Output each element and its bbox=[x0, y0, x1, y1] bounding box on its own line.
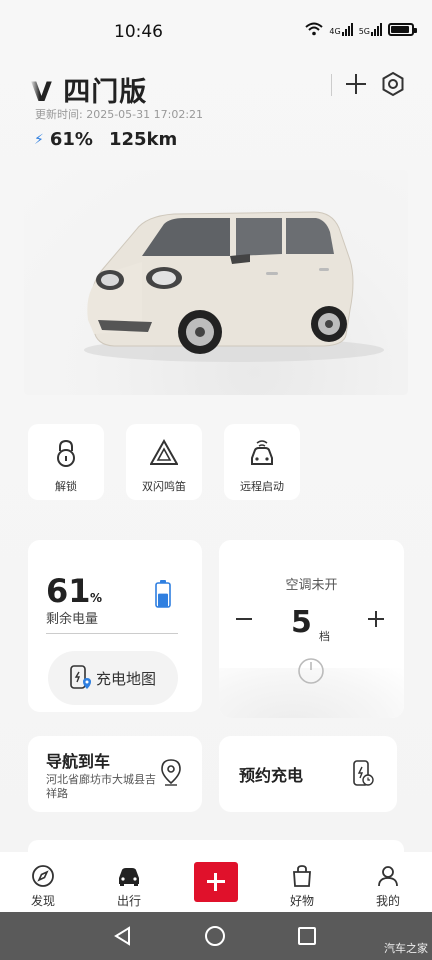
unlock-icon bbox=[57, 439, 75, 467]
ac-decrease-button[interactable] bbox=[236, 618, 252, 620]
charge-map-button[interactable]: 充电地图 bbox=[48, 651, 178, 705]
power-icon[interactable] bbox=[297, 657, 325, 685]
hazard-horn-button[interactable]: 双闪鸣笛 bbox=[126, 424, 202, 500]
remaining-battery-unit: % bbox=[90, 591, 103, 605]
status-icons: 4G 5G bbox=[305, 22, 417, 36]
car-icon bbox=[119, 868, 139, 886]
recent-apps-icon[interactable] bbox=[298, 927, 316, 945]
car-illustration bbox=[84, 211, 384, 362]
tab-travel-label: 出行 bbox=[116, 894, 141, 908]
watermark: 汽车之家 bbox=[384, 942, 428, 955]
settings-icon[interactable] bbox=[380, 71, 406, 97]
charging-map-icon bbox=[70, 665, 91, 689]
air-conditioner-card: 空调未开 5 档 bbox=[219, 540, 404, 718]
ac-level-value: 5 bbox=[291, 605, 312, 640]
unlock-label: 解锁 bbox=[55, 480, 77, 493]
home-icon[interactable] bbox=[205, 926, 225, 946]
hazard-horn-label: 双闪鸣笛 bbox=[142, 480, 186, 493]
battery-icon bbox=[388, 22, 417, 36]
car-location-address: 河北省廊坊市大城县吉祥路 bbox=[46, 773, 156, 800]
compass-icon bbox=[32, 865, 54, 887]
tab-profile[interactable]: 我的 bbox=[358, 860, 418, 910]
network-type-2: 5G bbox=[358, 26, 370, 36]
battery-card: 61 % 剩余电量 充电地图 bbox=[28, 540, 202, 712]
battery-percent: 61% bbox=[49, 129, 93, 150]
system-nav-bar: 汽车之家 bbox=[0, 912, 432, 960]
navigate-to-car-title: 导航到车 bbox=[46, 752, 111, 771]
tab-shop-label: 好物 bbox=[289, 894, 314, 908]
app-screen: 10:46 4G 5G V 四门版 更新时间: 2025-05-31 17:02… bbox=[0, 0, 432, 960]
battery-divider bbox=[46, 633, 178, 634]
scheduled-charging-icon bbox=[353, 760, 374, 786]
range-value: 125km bbox=[108, 129, 178, 150]
cell-signal-icon-2: 5G bbox=[358, 22, 382, 36]
update-time: 更新时间: 2025-05-31 17:02:21 bbox=[35, 108, 204, 121]
unlock-button[interactable]: 解锁 bbox=[28, 424, 104, 500]
center-add-button[interactable] bbox=[194, 862, 238, 902]
network-type-1: 4G bbox=[329, 26, 341, 36]
car-image bbox=[24, 170, 408, 395]
tab-profile-label: 我的 bbox=[375, 894, 400, 908]
tab-travel[interactable]: 出行 bbox=[99, 860, 159, 910]
add-vehicle-button[interactable] bbox=[344, 72, 368, 96]
navigate-to-car-card[interactable]: 导航到车 河北省廊坊市大城县吉祥路 bbox=[28, 736, 202, 812]
ac-status: 空调未开 bbox=[285, 578, 338, 593]
remaining-battery-label: 剩余电量 bbox=[46, 612, 99, 627]
location-pin-icon bbox=[161, 759, 181, 786]
car-model-title[interactable]: V 四门版 bbox=[31, 70, 147, 109]
charge-map-label: 充电地图 bbox=[96, 670, 157, 688]
bolt-icon: ⚡ bbox=[34, 131, 44, 148]
back-icon[interactable] bbox=[113, 926, 133, 946]
profile-icon bbox=[378, 866, 398, 887]
ac-increase-button[interactable] bbox=[368, 611, 384, 627]
remote-start-button[interactable]: 远程启动 bbox=[224, 424, 300, 500]
battery-summary: ⚡ 61% 125km bbox=[34, 129, 177, 150]
ac-level-unit: 档 bbox=[319, 630, 330, 643]
scheduled-charging-card[interactable]: 预约充电 bbox=[219, 736, 397, 812]
shopping-bag-icon bbox=[293, 865, 311, 887]
remaining-battery-value: 61 bbox=[46, 572, 91, 610]
battery-level-icon bbox=[155, 580, 171, 608]
scheduled-charging-title: 预约充电 bbox=[239, 766, 304, 785]
tab-discover-label: 发现 bbox=[30, 894, 55, 908]
tab-discover[interactable]: 发现 bbox=[13, 860, 73, 910]
status-bar: 10:46 4G 5G bbox=[0, 0, 432, 62]
status-time: 10:46 bbox=[114, 22, 163, 42]
wifi-icon bbox=[305, 22, 324, 36]
tab-shop[interactable]: 好物 bbox=[272, 860, 332, 910]
remote-start-icon bbox=[251, 440, 273, 465]
hazard-icon bbox=[150, 438, 178, 465]
remote-start-label: 远程启动 bbox=[240, 480, 284, 493]
cell-signal-icon: 4G bbox=[329, 22, 353, 36]
header-divider bbox=[331, 74, 332, 96]
